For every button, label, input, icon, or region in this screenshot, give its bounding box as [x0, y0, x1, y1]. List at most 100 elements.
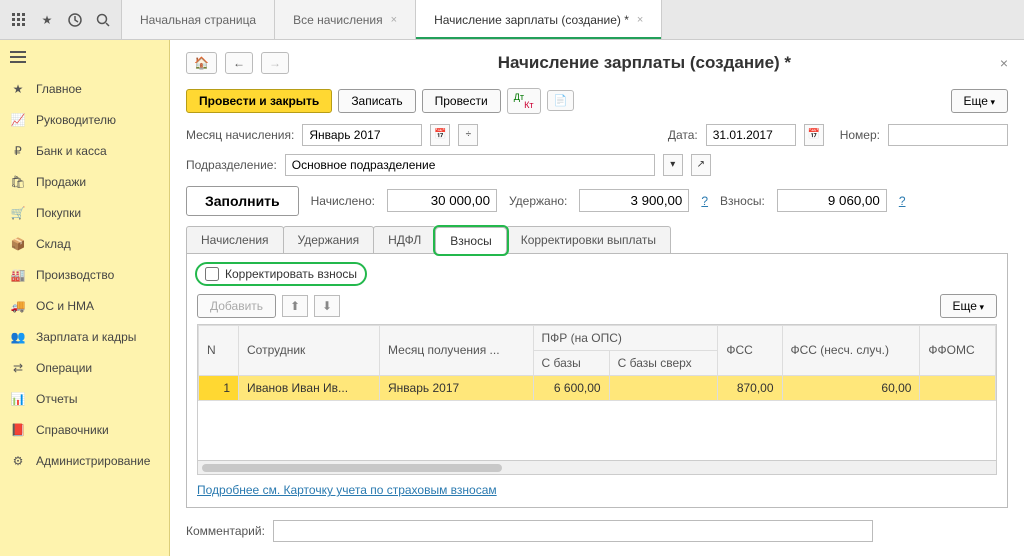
history-icon[interactable]	[66, 11, 84, 29]
sidebar-item-payroll[interactable]: 👥Зарплата и кадры	[0, 322, 169, 353]
date-input[interactable]	[706, 124, 796, 146]
add-button[interactable]: Добавить	[197, 294, 276, 318]
withheld-label: Удержано:	[509, 194, 567, 208]
col-pfr: ПФР (на ОПС)	[533, 325, 718, 350]
sidebar-item-operations[interactable]: ⇄Операции	[0, 353, 169, 384]
comment-input[interactable]	[273, 520, 873, 542]
contrib-field[interactable]	[777, 189, 887, 212]
table-row[interactable]: 1 Иванов Иван Ив... Январь 2017 6 600,00…	[199, 375, 996, 400]
sidebar-item-reports[interactable]: 📊Отчеты	[0, 384, 169, 415]
close-icon[interactable]: ×	[1000, 55, 1008, 71]
number-label: Номер:	[840, 128, 880, 142]
factory-icon: 🏭	[10, 267, 26, 283]
sidebar-item-warehouse[interactable]: 📦Склад	[0, 229, 169, 260]
month-label: Месяц начисления:	[186, 128, 294, 142]
tab-corrections[interactable]: Корректировки выплаты	[506, 226, 671, 253]
truck-icon: 🚚	[10, 298, 26, 314]
month-input[interactable]	[302, 124, 422, 146]
help-icon[interactable]: ?	[899, 194, 906, 208]
gear-icon: ⚙	[10, 453, 26, 469]
sidebar-item-manager[interactable]: 📈Руководителю	[0, 105, 169, 136]
report-icon: 📊	[10, 391, 26, 407]
dropdown-icon[interactable]: ▾	[663, 154, 683, 176]
col-n: N	[199, 325, 239, 375]
move-down-icon[interactable]: ⬇	[314, 295, 340, 317]
book-icon: 📕	[10, 422, 26, 438]
bag-icon: 🛍	[10, 174, 26, 190]
date-label: Дата:	[668, 128, 698, 142]
sidebar-item-purchases[interactable]: 🛒Покупки	[0, 198, 169, 229]
home-button[interactable]: 🏠	[186, 52, 217, 74]
box-icon: 📦	[10, 236, 26, 252]
menu-icon[interactable]	[0, 40, 169, 74]
sidebar-item-production[interactable]: 🏭Производство	[0, 260, 169, 291]
search-icon[interactable]	[94, 11, 112, 29]
apps-icon[interactable]	[10, 11, 28, 29]
checkbox-input[interactable]	[205, 267, 219, 281]
post-close-button[interactable]: Провести и закрыть	[186, 89, 332, 113]
page-title: Начисление зарплаты (создание) *	[297, 53, 992, 73]
col-pfr-over: С базы сверх	[609, 350, 718, 375]
calendar-icon[interactable]: 📅	[430, 124, 450, 146]
ops-icon: ⇄	[10, 360, 26, 376]
calendar-icon[interactable]: 📅	[804, 124, 824, 146]
table-row-empty	[199, 400, 996, 460]
contrib-label: Взносы:	[720, 194, 765, 208]
move-up-icon[interactable]: ⬆	[282, 295, 308, 317]
tab-contributions[interactable]: Взносы	[435, 227, 506, 254]
checkbox-label: Корректировать взносы	[225, 267, 357, 281]
print-icon[interactable]: 📄	[547, 90, 575, 111]
details-link[interactable]: Подробнее см. Карточку учета по страховы…	[197, 483, 497, 497]
tab-label: Начальная страница	[140, 13, 256, 27]
accrued-field[interactable]	[387, 189, 497, 212]
fill-button[interactable]: Заполнить	[186, 186, 299, 216]
open-icon[interactable]: ↗	[691, 154, 711, 176]
tab-label: Все начисления	[293, 13, 383, 27]
forward-button[interactable]: →	[261, 52, 289, 74]
chart-icon: 📈	[10, 112, 26, 128]
more-button[interactable]: Еще	[951, 89, 1008, 113]
tab-all-accruals[interactable]: Все начисления ×	[274, 0, 416, 39]
tab-start-page[interactable]: Начальная страница	[121, 0, 275, 39]
write-button[interactable]: Записать	[338, 89, 415, 113]
cart-icon: 🛒	[10, 205, 26, 221]
back-button[interactable]: ←	[225, 52, 253, 74]
correct-contrib-checkbox[interactable]: Корректировать взносы	[197, 264, 365, 284]
tab-label: Начисление зарплаты (создание) *	[434, 13, 629, 27]
post-button[interactable]: Провести	[422, 89, 501, 113]
star-icon[interactable]: ★	[38, 11, 56, 29]
accrued-label: Начислено:	[311, 194, 375, 208]
tab-ndfl[interactable]: НДФЛ	[373, 226, 436, 253]
withheld-field[interactable]	[579, 189, 689, 212]
h-scrollbar[interactable]	[198, 460, 996, 474]
col-fss-acc: ФСС (несч. случ.)	[782, 325, 920, 375]
sidebar-item-refs[interactable]: 📕Справочники	[0, 415, 169, 446]
dept-input[interactable]	[285, 154, 655, 176]
col-pfr-base: С базы	[533, 350, 609, 375]
sidebar-item-admin[interactable]: ⚙Администрирование	[0, 446, 169, 477]
close-icon[interactable]: ×	[637, 14, 643, 26]
ruble-icon: ₽	[10, 143, 26, 159]
spinner-icon[interactable]: ÷	[458, 124, 478, 146]
more-button[interactable]: Еще	[940, 294, 997, 318]
number-input[interactable]	[888, 124, 1008, 146]
dept-label: Подразделение:	[186, 158, 277, 172]
star-icon: ★	[10, 81, 26, 97]
col-fss: ФСС	[718, 325, 782, 375]
sidebar-item-main[interactable]: ★Главное	[0, 74, 169, 105]
col-employee: Сотрудник	[239, 325, 380, 375]
tab-accruals[interactable]: Начисления	[186, 226, 284, 253]
help-icon[interactable]: ?	[701, 194, 708, 208]
close-icon[interactable]: ×	[391, 14, 397, 26]
comment-label: Комментарий:	[186, 524, 265, 538]
people-icon: 👥	[10, 329, 26, 345]
col-ffoms: ФФОМС	[920, 325, 996, 375]
sidebar-item-sales[interactable]: 🛍Продажи	[0, 167, 169, 198]
sidebar-item-assets[interactable]: 🚚ОС и НМА	[0, 291, 169, 322]
tab-withholdings[interactable]: Удержания	[283, 226, 375, 253]
dtkt-icon[interactable]: ДтКт	[507, 88, 541, 114]
contributions-table[interactable]: N Сотрудник Месяц получения ... ПФР (на …	[197, 324, 997, 476]
sidebar-item-bank[interactable]: ₽Банк и касса	[0, 136, 169, 167]
col-month: Месяц получения ...	[380, 325, 534, 375]
tab-payroll-create[interactable]: Начисление зарплаты (создание) * ×	[415, 0, 662, 39]
